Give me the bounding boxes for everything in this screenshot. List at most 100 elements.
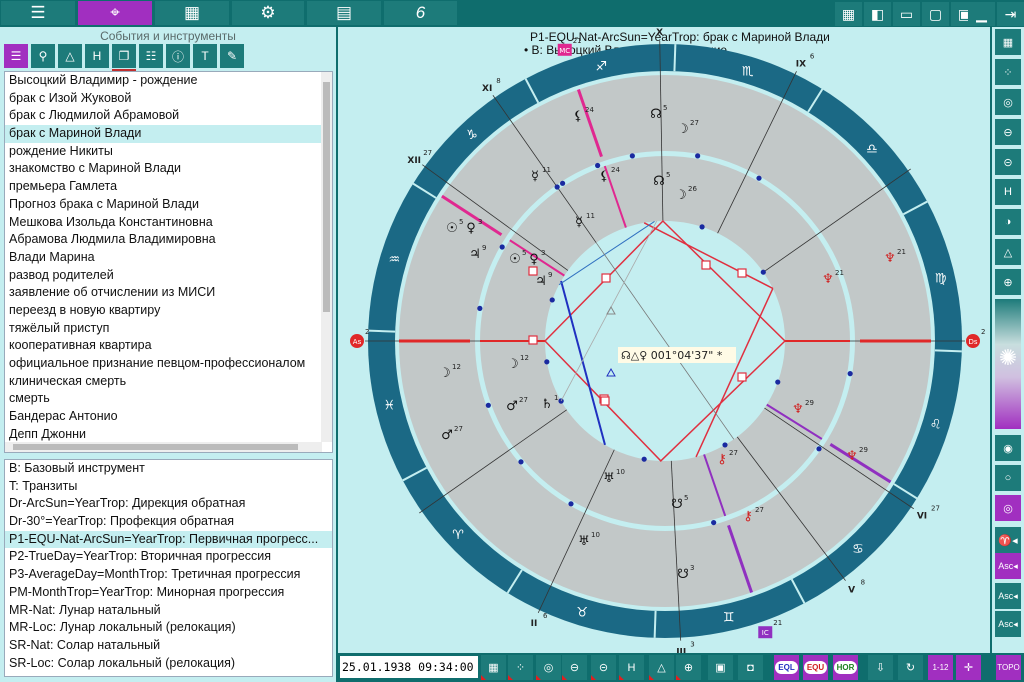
tool-item[interactable]: T: Транзиты bbox=[5, 478, 332, 496]
ring-outline-button[interactable]: ○ bbox=[995, 465, 1021, 491]
event-item[interactable]: официальное признание певцом-профессиона… bbox=[5, 355, 321, 373]
list-button[interactable]: ☰ bbox=[4, 44, 28, 68]
ring-filled-button[interactable]: ◎ bbox=[995, 495, 1021, 521]
event-item[interactable]: брак с Мариной Влади bbox=[5, 125, 321, 143]
layout-bottom-button[interactable]: ▭ bbox=[893, 2, 920, 26]
photo-button[interactable]: ▣ bbox=[708, 655, 733, 680]
ascendant-button[interactable]: ⊖ bbox=[562, 655, 587, 680]
menu-button[interactable]: ☰ bbox=[1, 1, 75, 25]
timeline-button[interactable]: T bbox=[193, 44, 217, 68]
ascendant-button[interactable]: ⊖ bbox=[995, 119, 1021, 145]
1-12-button[interactable]: 1-12 bbox=[928, 655, 953, 680]
house-system-button[interactable]: H bbox=[995, 179, 1021, 205]
rotate-button[interactable]: ↻ bbox=[898, 655, 923, 680]
aspect-square-marker bbox=[701, 260, 711, 270]
hor-button[interactable]: HOR bbox=[833, 655, 858, 680]
house-system-button[interactable]: H bbox=[619, 655, 644, 680]
event-item[interactable]: Высоцкий Владимир - рождение bbox=[5, 72, 321, 90]
layout-line-button[interactable]: ▁ bbox=[968, 2, 995, 26]
events-scrollbar[interactable] bbox=[321, 72, 332, 442]
horizon-button[interactable]: ⊝ bbox=[591, 655, 616, 680]
event-item[interactable]: заявление об отчислении из МИСИ bbox=[5, 284, 321, 302]
angle-marker-mc[interactable]: MC21 bbox=[557, 37, 582, 56]
equ-button[interactable]: EQU bbox=[803, 655, 828, 680]
event-item[interactable]: Мешкова Изольда Константиновна bbox=[5, 214, 321, 232]
tool-item[interactable]: PM-MonthTrop=YearTrop: Минорная прогресс… bbox=[5, 584, 332, 602]
event-item[interactable]: Прогноз брака с Мариной Влади bbox=[5, 196, 321, 214]
ring-button[interactable]: ◎ bbox=[995, 89, 1021, 115]
tool-item[interactable]: Dr-30°=YearTrop: Профекция обратная bbox=[5, 513, 332, 531]
event-item[interactable]: рождение Никиты bbox=[5, 143, 321, 161]
eql-button[interactable]: EQL bbox=[774, 655, 799, 680]
horizon-button[interactable]: ⊝ bbox=[995, 149, 1021, 175]
astro-wheel[interactable]: ♈♉♊♋♌♍♎♏♐♑♒♓XI8XII27X3IX6VI27V8III3II6As… bbox=[338, 27, 990, 653]
event-item[interactable]: кооперативная квартира bbox=[5, 337, 321, 355]
tool-item[interactable]: MR-Loc: Лунар локальный (релокация) bbox=[5, 619, 332, 637]
event-item[interactable]: Депп Джонни bbox=[5, 426, 321, 444]
layout-grid-button[interactable]: ▦ bbox=[835, 2, 862, 26]
edit-button[interactable]: ✎ bbox=[220, 44, 244, 68]
tool-item[interactable]: SR-Loc: Солар локальный (релокация) bbox=[5, 655, 332, 673]
aries-asc-button[interactable]: ♈◂ bbox=[995, 527, 1021, 553]
angle-marker-ds[interactable]: Ds 2 bbox=[966, 328, 985, 348]
event-item[interactable]: смерть bbox=[5, 390, 321, 408]
planets-button[interactable]: ⁘ bbox=[508, 655, 533, 680]
asc-toggle-button[interactable]: Asc◂ bbox=[995, 611, 1021, 637]
gender-button[interactable]: ⚲ bbox=[31, 44, 55, 68]
datetime-field[interactable]: 25.01.1938 09:34:00 bbox=[340, 656, 478, 678]
event-item[interactable]: брак с Людмилой Абрамовой bbox=[5, 107, 321, 125]
shapes-button[interactable]: △ bbox=[995, 239, 1021, 265]
aspect-grid-button[interactable]: ▦ bbox=[481, 655, 506, 680]
search-chart-button[interactable]: ⊕ bbox=[995, 269, 1021, 295]
event-item[interactable]: переезд в новую квартиру bbox=[5, 302, 321, 320]
tool-item[interactable]: SR-Nat: Солар натальный bbox=[5, 637, 332, 655]
topo-button[interactable]: TOPO bbox=[996, 655, 1021, 680]
exit-button[interactable]: ⇥ bbox=[997, 2, 1024, 26]
angle-marker-as[interactable]: As2 bbox=[350, 328, 369, 348]
angle-marker-ic[interactable]: IC 21 bbox=[758, 619, 782, 639]
ring-button[interactable]: ◎ bbox=[536, 655, 561, 680]
hscroll-thumb[interactable] bbox=[13, 444, 298, 450]
event-item[interactable]: Абрамова Людмила Владимировна bbox=[5, 231, 321, 249]
house-system-button[interactable]: H bbox=[85, 44, 109, 68]
dot-ring-button[interactable]: ◉ bbox=[995, 435, 1021, 461]
event-item[interactable]: тяжёлый приступ bbox=[5, 320, 321, 338]
search-chart-button[interactable]: ⊕ bbox=[676, 655, 701, 680]
settings-button[interactable]: ⚙ bbox=[232, 1, 304, 25]
event-item[interactable]: Бандерас Антонио bbox=[5, 408, 321, 426]
arrow-down-button[interactable]: ⇩ bbox=[868, 655, 893, 680]
tool-item[interactable]: P1-EQU-Nat-ArcSun=YearTrop: Первичная пр… bbox=[5, 530, 332, 549]
info-button[interactable]: ⓘ bbox=[166, 44, 190, 68]
shapes-button[interactable]: △ bbox=[58, 44, 82, 68]
layout-frame-button[interactable]: ▢ bbox=[922, 2, 949, 26]
event-item[interactable]: премьера Гамлета bbox=[5, 178, 321, 196]
tool-item[interactable]: P2-TrueDay=YearTrop: Вторичная прогресси… bbox=[5, 548, 332, 566]
aspect-grid-button[interactable]: ▦ bbox=[995, 29, 1021, 55]
event-item[interactable]: Влади Марина bbox=[5, 249, 321, 267]
wheel-button[interactable]: ✺ bbox=[995, 345, 1021, 371]
events-hscrollbar[interactable] bbox=[5, 442, 322, 452]
event-item[interactable]: брак с Изой Жуковой bbox=[5, 90, 321, 108]
tool-item[interactable]: MR-Nat: Лунар натальный bbox=[5, 602, 332, 620]
layout-left-button[interactable]: ◧ bbox=[864, 2, 891, 26]
shapes-button[interactable]: △ bbox=[649, 655, 674, 680]
scroll-thumb[interactable] bbox=[323, 82, 330, 312]
event-item[interactable]: развод родителей bbox=[5, 267, 321, 285]
tool-item[interactable]: B: Базовый инструмент bbox=[5, 460, 332, 478]
calculator-button[interactable]: ▤ bbox=[307, 1, 381, 25]
event-item[interactable]: клиническая смерть bbox=[5, 373, 321, 391]
asc-toggle-button[interactable]: Asc◂ bbox=[995, 553, 1021, 579]
checklist-button[interactable]: ☷ bbox=[139, 44, 163, 68]
cross-button[interactable]: ✛ bbox=[956, 655, 981, 680]
logo-button[interactable]: 6 bbox=[384, 1, 457, 25]
event-item[interactable]: знакомство с Мариной Влади bbox=[5, 160, 321, 178]
grid-button[interactable]: ▦ bbox=[155, 1, 229, 25]
documents-button[interactable]: ❐ bbox=[112, 44, 136, 71]
tool-item[interactable]: Dr-ArcSun=YearTrop: Дирекция обратная bbox=[5, 495, 332, 513]
chart-view-button[interactable]: ⌖ bbox=[78, 1, 152, 25]
tool-item[interactable]: P3-AverageDay=MonthTrop: Третичная прогр… bbox=[5, 566, 332, 584]
yin-yang-button[interactable]: ◑ bbox=[995, 209, 1021, 235]
camera-button[interactable]: ◘ bbox=[738, 655, 763, 680]
asc-toggle-button[interactable]: Asc◂ bbox=[995, 583, 1021, 609]
planets-button[interactable]: ⁘ bbox=[995, 59, 1021, 85]
